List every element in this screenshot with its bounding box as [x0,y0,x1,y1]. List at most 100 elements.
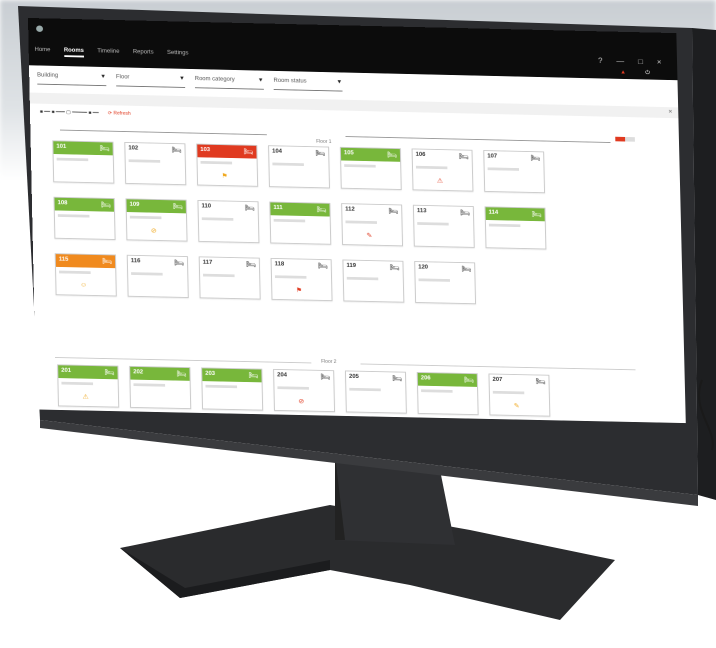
room-tile[interactable]: 113 🛏 [412,204,475,248]
status-icon: ✎ [366,232,373,240]
room-tile[interactable]: 202 🛏 [129,365,192,410]
room-tile-header: 104 🛏 [269,146,329,161]
bed-icon: 🛏 [317,261,328,271]
room-number: 117 [202,260,213,266]
room-tile[interactable]: 103 🛏 ⚑ [196,143,259,187]
room-tile-header: 205 🛏 [345,371,406,386]
bed-icon: 🛏 [244,203,255,213]
bed-icon: 🛏 [388,206,399,216]
bed-icon: 🛏 [535,377,546,386]
refresh-button[interactable]: ⟳ Refresh [108,111,131,117]
room-tile[interactable]: 115 🛏 ☺ [54,253,117,297]
bed-icon: 🛏 [101,256,113,266]
bed-icon: 🛏 [530,153,541,163]
divider [360,363,636,371]
nav-item-timeline[interactable]: Timeline [97,49,119,55]
room-guest-bar [200,160,233,165]
room-tile-header: 204 🛏 [274,369,334,384]
room-guest-bar [274,275,307,279]
chevron-down-icon: ▼ [179,75,185,82]
room-guest-bar [273,218,306,223]
room-tile[interactable]: 106 🛏 ⚠ [411,148,474,192]
room-number: 207 [492,377,503,383]
legend: ■ ━━ ■ ━━━ ▢ ━━━━━ ■ ━━ ⟳ Refresh [40,109,131,117]
room-tile[interactable]: 110 🛏 [197,199,260,244]
close-icon[interactable]: × [668,109,672,115]
room-status-filter[interactable]: Room status ▼ [273,78,343,92]
room-guest-bar [128,159,161,163]
room-tile[interactable]: 206 🛏 [416,371,479,416]
room-number: 113 [416,208,427,215]
floor-filter[interactable]: Floor ▼ [115,74,186,88]
nav-item-rooms[interactable]: Rooms [63,47,85,58]
bed-icon: 🛏 [461,264,472,274]
room-number: 103 [200,147,211,153]
nav-item-reports[interactable]: Reports [133,49,154,55]
bed-icon: 🛏 [458,152,469,161]
room-number: 107 [487,153,498,160]
room-tile[interactable]: 102 🛏 [124,141,187,186]
bed-icon: 🛏 [172,202,183,211]
alert-area[interactable]: ▲ ⏻ [620,70,650,77]
building-filter-label: Building [37,72,59,79]
room-category-filter-label: Room category [194,76,235,83]
nav-item-home[interactable]: Home [35,47,51,53]
room-tile[interactable]: 112 🛏 ✎ [341,203,404,247]
room-number: 120 [418,264,429,271]
nav-item-settings[interactable]: Settings [167,50,188,56]
bed-icon: 🛏 [243,147,254,156]
room-tile-header: 112 🛏 [342,204,402,219]
building-filter[interactable]: Building ▼ [37,72,107,87]
room-tile[interactable]: 204 🛏 ⊘ [273,368,336,413]
power-icon[interactable]: ⏻ [645,70,650,76]
room-tile[interactable]: 119 🛏 [342,259,405,303]
status-icon: ⚠ [82,394,89,401]
room-category-filter[interactable]: Room category ▼ [194,76,264,90]
legend-item[interactable]: ■ ━━ ■ ━━━ ▢ ━━━━━ ■ ━━ [40,109,99,116]
status-icon: ⊘ [298,398,305,406]
bed-icon: 🛏 [459,208,471,217]
app-window: ? — □ × Home Rooms Timeline Reports Sett… [28,18,686,424]
bed-icon: 🛏 [104,368,115,377]
divider [54,357,312,364]
room-tile[interactable]: 104 🛏 [268,145,330,189]
room-guest-bar [415,165,448,170]
room-tile[interactable]: 120 🛏 [414,261,477,305]
room-tile[interactable]: 105 🛏 [339,146,402,190]
floor-label-2: Floor 2 [321,359,337,365]
room-tile[interactable]: 114 🛏 [484,206,547,250]
room-number: 116 [130,258,141,265]
room-tile[interactable]: 101 🛏 [52,140,115,184]
room-number: 118 [274,261,285,268]
view-toggle[interactable] [615,136,635,142]
room-number: 101 [56,144,67,150]
room-tile-header: 106 🛏 [412,149,472,164]
room-tile-header: 120 🛏 [415,262,475,277]
room-tile-header: 115 🛏 [55,254,116,269]
bed-icon: 🛏 [315,149,326,158]
room-status-filter-label: Room status [273,78,307,85]
room-tile-header: 119 🛏 [343,260,403,275]
bed-icon: 🛏 [99,144,110,153]
room-tile[interactable]: 117 🛏 [198,256,261,300]
floor-filter-label: Floor [115,74,130,81]
room-tile[interactable]: 108 🛏 [53,196,116,240]
room-tile[interactable]: 201 🛏 ⚠ [57,364,120,408]
room-tile[interactable]: 203 🛏 [201,367,264,411]
chevron-down-icon: ▼ [257,77,264,84]
room-tile[interactable]: 205 🛏 [344,370,407,414]
room-tile[interactable]: 109 🛏 ⊘ [125,198,188,242]
room-tile[interactable]: 111 🛏 [269,201,332,245]
bed-icon: 🛏 [176,369,187,379]
room-tile-header: 114 🛏 [485,207,545,222]
room-number: 111 [273,205,283,211]
room-number: 112 [345,206,355,213]
room-tile[interactable]: 107 🛏 [483,150,546,194]
room-tile[interactable]: 118 🛏 ⚑ [270,257,333,302]
window-controls[interactable]: ? — □ × [598,57,667,67]
room-guest-bar [61,381,94,386]
room-tile[interactable]: 116 🛏 [126,254,189,298]
room-tile-header: 206 🛏 [417,372,478,387]
room-tile[interactable]: 207 🛏 ✎ [488,373,551,417]
room-number: 108 [57,200,68,207]
